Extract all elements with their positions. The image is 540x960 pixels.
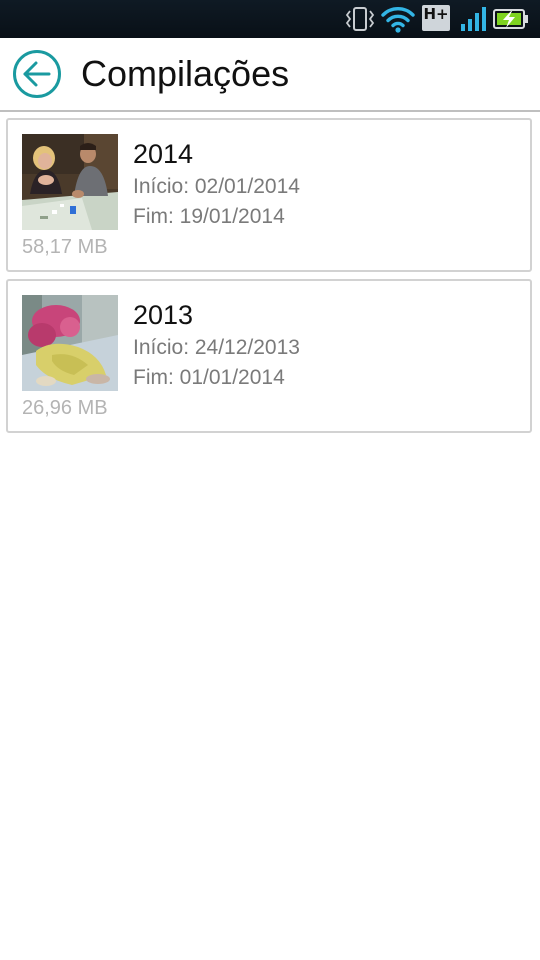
signal-icon	[461, 7, 486, 31]
hplus-icon: H+	[422, 5, 450, 31]
photo-thumbnail-icon	[22, 134, 118, 230]
compilation-item-2014[interactable]: 2014 Início: 02/01/2014 Fim: 19/01/2014 …	[6, 118, 532, 272]
compilation-start-date: Início: 24/12/2013	[133, 336, 300, 359]
compilation-title: 2014	[133, 139, 194, 169]
compilation-thumbnail	[22, 295, 118, 391]
action-bar: Compilações	[0, 38, 540, 112]
photo-thumbnail-icon	[22, 295, 118, 391]
compilation-size: 26,96 MB	[22, 397, 108, 419]
page-title: Compilações	[81, 53, 290, 94]
compilation-end-date: Fim: 01/01/2014	[133, 366, 285, 389]
compilation-title: 2013	[133, 300, 194, 330]
compilation-size: 58,17 MB	[22, 236, 108, 258]
battery-charging-icon	[493, 9, 528, 29]
status-bar: H+	[0, 0, 540, 39]
vibrate-icon	[345, 7, 375, 31]
back-button[interactable]	[12, 49, 62, 99]
compilation-end-date: Fim: 19/01/2014	[133, 205, 285, 228]
compilation-list: 2014 Início: 02/01/2014 Fim: 19/01/2014 …	[6, 118, 534, 440]
compilation-thumbnail	[22, 134, 118, 230]
compilation-start-date: Início: 02/01/2014	[133, 175, 300, 198]
compilation-item-2013[interactable]: 2013 Início: 24/12/2013 Fim: 01/01/2014 …	[6, 279, 532, 433]
wifi-icon	[381, 7, 415, 33]
back-arrow-icon	[13, 50, 61, 98]
